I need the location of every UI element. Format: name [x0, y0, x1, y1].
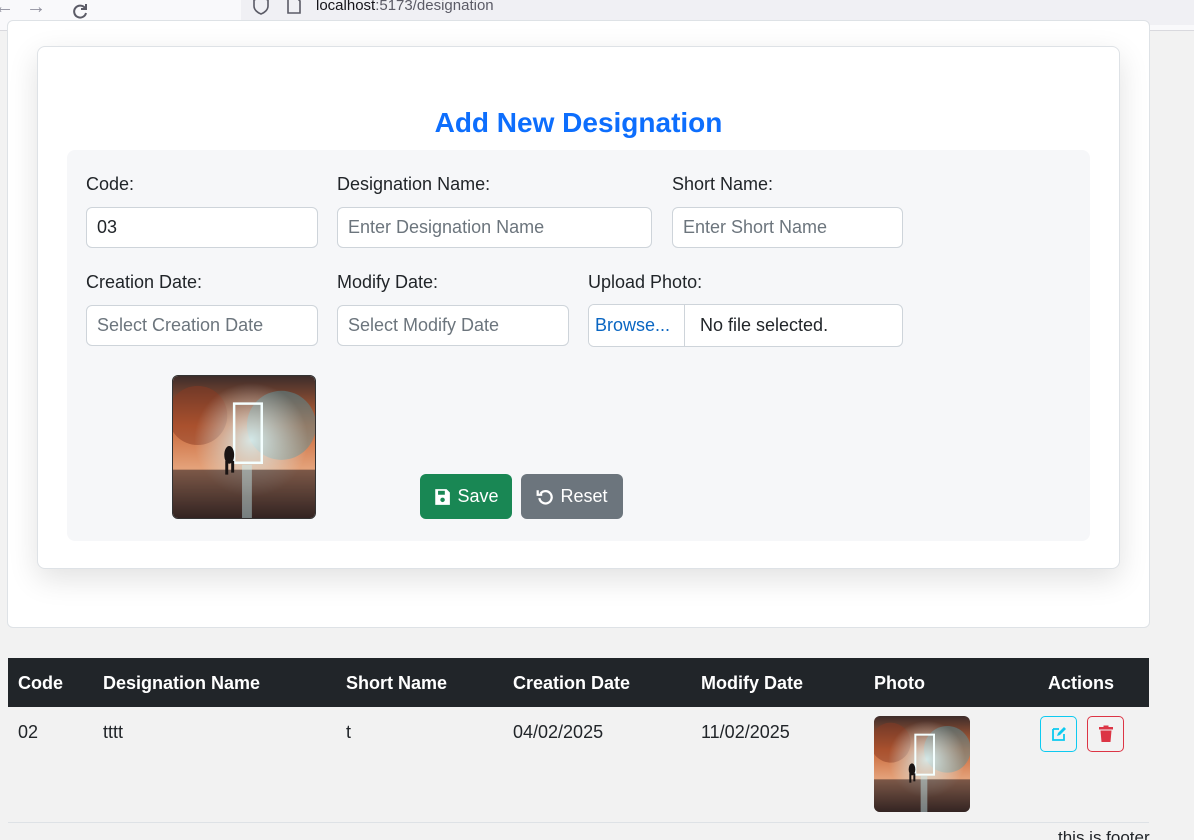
designation-name-label: Designation Name: — [337, 174, 491, 194]
header-actions: Actions — [1048, 673, 1115, 693]
file-input[interactable]: Browse... No file selected. — [588, 304, 903, 347]
save-label: Save — [457, 486, 499, 506]
reset-icon — [537, 489, 554, 505]
creation-date-label: Creation Date: — [86, 272, 203, 292]
edit-button[interactable] — [1040, 716, 1077, 752]
form-title: Add New Designation — [434, 107, 723, 138]
cell-creation-date: 04/02/2025 — [513, 722, 604, 742]
cell-modify-date: 11/02/2025 — [701, 722, 790, 742]
form-area: Code: Designation Name: Short Name: Crea… — [67, 150, 1090, 541]
header-creation-date: Creation Date — [513, 673, 631, 693]
url-path: :5173/designation — [375, 0, 494, 14]
save-icon — [435, 488, 451, 505]
back-arrow-icon[interactable]: ← — [0, 0, 14, 19]
creation-date-input[interactable] — [86, 305, 318, 346]
page-icon — [286, 0, 302, 19]
page-panel: Add New Designation Code: Designation Na… — [7, 20, 1150, 628]
code-input[interactable] — [86, 207, 318, 248]
url-host: localhost — [316, 0, 376, 14]
table-header: Code Designation Name Short Name Creatio… — [8, 658, 1149, 707]
trash-icon — [1098, 725, 1113, 742]
photo-preview — [172, 375, 316, 519]
file-status: No file selected. — [700, 315, 829, 335]
modify-date-input[interactable] — [337, 305, 569, 346]
header-designation-name: Designation Name — [103, 673, 261, 693]
code-label: Code: — [86, 174, 135, 194]
designation-name-input[interactable] — [337, 207, 652, 248]
reset-label: Reset — [560, 486, 608, 506]
header-code: Code — [18, 673, 63, 693]
designation-table: Code Designation Name Short Name Creatio… — [8, 658, 1149, 823]
cell-photo — [874, 716, 970, 812]
short-name-label: Short Name: — [672, 174, 774, 194]
header-short-name: Short Name — [346, 673, 448, 693]
cell-code: 02 — [18, 722, 39, 742]
header-photo: Photo — [874, 673, 925, 693]
upload-photo-label: Upload Photo: — [588, 272, 703, 292]
delete-button[interactable] — [1087, 716, 1124, 752]
modify-date-label: Modify Date: — [337, 272, 439, 292]
short-name-input[interactable] — [672, 207, 903, 248]
header-modify-date: Modify Date — [701, 673, 804, 693]
table-row: 02 tttt t 04/02/2025 11/02/2025 — [8, 707, 1149, 823]
designation-form-card: Add New Designation Code: Designation Na… — [37, 46, 1120, 569]
cell-designation-name: tttt — [103, 722, 124, 742]
cell-short-name: t — [346, 722, 352, 742]
url-text[interactable]: localhost:5173/designation — [316, 0, 494, 14]
reset-button[interactable]: Reset — [521, 474, 623, 519]
browse-button[interactable]: Browse... — [589, 305, 685, 346]
edit-icon — [1051, 727, 1066, 741]
shield-icon[interactable] — [251, 0, 271, 21]
save-button[interactable]: Save — [420, 474, 512, 519]
footer-text: this is footer — [1058, 828, 1150, 840]
forward-arrow-icon[interactable]: → — [26, 0, 46, 19]
